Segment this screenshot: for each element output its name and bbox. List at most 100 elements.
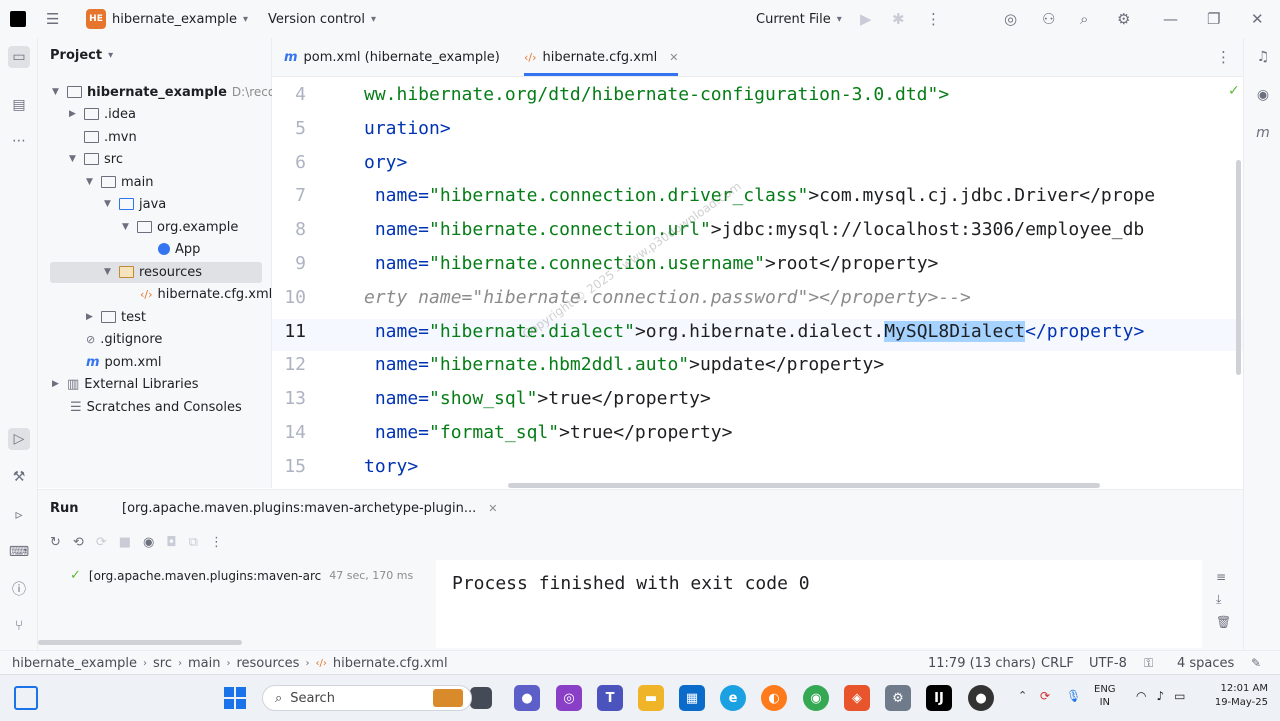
start-windows-icon[interactable] [222, 685, 248, 711]
file-explorer-icon[interactable]: ▬ [638, 685, 664, 711]
system-tray[interactable]: ◠ ♪ ▭ [1136, 689, 1186, 703]
view-icon[interactable]: ◉ [143, 535, 154, 550]
project-selector[interactable]: HE hibernate_example ▾ [86, 0, 248, 38]
tree-item-app[interactable]: App [158, 238, 200, 260]
restore-layout-icon[interactable]: ⧉ [189, 535, 198, 550]
tray-sync-icon[interactable]: ⟳ [1040, 689, 1050, 703]
maven-tool-icon[interactable]: m [1252, 122, 1274, 144]
code-editor[interactable]: 4 5 6 7 8 9 10 11 12 13 14 15 ww.hiberna… [272, 77, 1243, 485]
taskbar-search-input[interactable]: ⌕ Search [262, 685, 472, 711]
settings-app-icon[interactable]: ⚙ [885, 685, 911, 711]
more-tools-icon[interactable]: ⋯ [8, 130, 30, 152]
settings-gear-icon[interactable]: ⚙ [1117, 0, 1130, 38]
tree-root[interactable]: ▼ hibernate_example D:\recordi [52, 81, 291, 103]
more-actions-icon[interactable]: ⋮ [926, 0, 941, 38]
tree-item-main[interactable]: ▼ main [86, 171, 153, 193]
edge-icon[interactable]: e [720, 685, 746, 711]
toggle-icon[interactable]: ⟳ [96, 535, 107, 550]
tray-chevron-icon[interactable]: ⌃ [1018, 689, 1027, 702]
recorder-icon[interactable]: ● [968, 685, 994, 711]
rerun-icon[interactable]: ↻ [50, 535, 61, 550]
tree-item-org-example[interactable]: ▼ org.example [122, 216, 238, 238]
app-icon[interactable]: ◈ [844, 685, 870, 711]
run-icon[interactable]: ▶ [860, 0, 872, 38]
tab-hibernate-cfg[interactable]: ‹/› hibernate.cfg.xml ✕ [524, 38, 679, 76]
structure-tool-icon[interactable]: ▤ [8, 94, 30, 116]
chrome-icon[interactable]: ◉ [803, 685, 829, 711]
tree-item-gitignore[interactable]: ⊘ .gitignore [86, 328, 162, 350]
tree-item-java[interactable]: ▼ java [104, 193, 166, 215]
tree-item-hibernate-cfg[interactable]: ‹/› hibernate.cfg.xml [140, 283, 272, 305]
run-tool-icon[interactable]: ▷ [8, 428, 30, 450]
teams-icon[interactable]: T [597, 685, 623, 711]
soft-wrap-icon[interactable]: ≡ [1216, 570, 1231, 584]
breadcrumb-item[interactable]: hibernate.cfg.xml [333, 656, 448, 671]
problems-tool-icon[interactable]: ⓘ [8, 578, 30, 600]
line-separator[interactable]: CRLF [1041, 651, 1074, 675]
inspection-ok-icon[interactable]: ✓ [1228, 83, 1240, 99]
scroll-to-end-icon[interactable]: ⤓ [1216, 592, 1231, 607]
breadcrumb-item[interactable]: main [188, 656, 220, 671]
close-tab-icon[interactable]: ✕ [488, 502, 497, 515]
tree-item-mvn[interactable]: .mvn [84, 126, 137, 148]
minimize-icon[interactable]: — [1163, 0, 1178, 38]
rerun-failed-icon[interactable]: ⟲ [73, 535, 84, 550]
ai-assistant-icon[interactable]: ◎ [1004, 0, 1017, 38]
run-tree-item[interactable]: ✓ [org.apache.maven.plugins:maven-arc 47… [70, 568, 413, 583]
zoom-meet-icon[interactable]: ● [514, 685, 540, 711]
project-tool-icon[interactable]: ▭ [8, 46, 30, 68]
search-icon[interactable]: ⌕ [1080, 0, 1088, 38]
services-tool-icon[interactable]: ▹ [8, 504, 30, 526]
project-panel-title[interactable]: Project ▾ [50, 48, 113, 63]
breadcrumb-item[interactable]: hibernate_example [12, 656, 137, 671]
language-indicator[interactable]: ENG IN [1094, 683, 1116, 709]
stop-icon[interactable]: ■ [119, 535, 131, 550]
debug-icon[interactable]: ✱ [892, 0, 905, 38]
tree-item-external-libraries[interactable]: ▶ ▥ External Libraries [52, 373, 199, 395]
ai-chat-icon[interactable]: ◉ [1252, 84, 1274, 106]
add-user-icon[interactable]: ⚇ [1042, 0, 1055, 38]
store-icon[interactable]: ▦ [679, 685, 705, 711]
git-tool-icon[interactable]: ⑂ [8, 615, 30, 637]
caret-position[interactable]: 11:79 (13 chars) [928, 651, 1036, 675]
more-actions-icon[interactable]: ⋮ [210, 535, 223, 550]
horizontal-scrollbar[interactable] [508, 483, 1100, 488]
breadcrumb-item[interactable]: resources [236, 656, 299, 671]
task-view-icon[interactable] [470, 687, 492, 709]
build-tool-icon[interactable]: ⚒ [8, 466, 30, 488]
terminal-tool-icon[interactable]: ⌨ [8, 541, 30, 563]
breadcrumb-item[interactable]: src [153, 656, 172, 671]
tree-item-resources[interactable]: ▼ resources [104, 261, 202, 283]
tree-item-pom[interactable]: m pom.xml [86, 351, 162, 373]
version-control-menu[interactable]: Version control ▾ [268, 0, 376, 38]
console-output[interactable]: Process finished with exit code 0 [436, 560, 1202, 648]
clock[interactable]: 12:01 AM 19-May-25 [1206, 682, 1268, 710]
close-icon[interactable]: ✕ [1251, 0, 1264, 38]
run-config-tab[interactable]: [org.apache.maven.plugins:maven-archetyp… [122, 501, 498, 516]
notifications-icon[interactable]: ♫ [1252, 46, 1274, 68]
run-panel-title[interactable]: Run [50, 501, 79, 516]
tree-item-scratches[interactable]: ☰ Scratches and Consoles [70, 396, 242, 418]
tree-item-idea[interactable]: ▶ .idea [69, 103, 136, 125]
firefox-icon[interactable]: ◐ [761, 685, 787, 711]
tree-item-test[interactable]: ▶ test [86, 306, 146, 328]
edit-icon[interactable]: ✎ [1251, 651, 1261, 675]
intellij-icon[interactable]: IJ [926, 685, 952, 711]
run-tree-scrollbar[interactable] [38, 640, 242, 645]
camera-icon[interactable]: ◘ [166, 535, 176, 550]
tree-item-src[interactable]: ▼ src [69, 148, 123, 170]
vertical-scrollbar[interactable] [1236, 160, 1241, 375]
maximize-icon[interactable]: ❐ [1207, 0, 1220, 38]
file-encoding[interactable]: UTF-8 [1089, 651, 1127, 675]
tab-pom-xml[interactable]: m pom.xml (hibernate_example) [284, 38, 500, 76]
clear-console-icon[interactable]: 🗑 [1216, 615, 1231, 629]
microphone-icon[interactable]: 🎙 [1066, 689, 1081, 703]
widgets-icon[interactable] [14, 686, 38, 710]
main-menu-icon[interactable]: ☰ [46, 0, 59, 38]
run-config-selector[interactable]: Current File ▾ [756, 0, 842, 38]
tabs-menu-icon[interactable]: ⋮ [1216, 38, 1231, 76]
readonly-toggle-icon[interactable]: ⚿ [1144, 651, 1153, 675]
app-logo-icon[interactable] [10, 0, 26, 38]
indent-setting[interactable]: 4 spaces [1177, 651, 1234, 675]
close-tab-icon[interactable]: ✕ [669, 51, 678, 64]
